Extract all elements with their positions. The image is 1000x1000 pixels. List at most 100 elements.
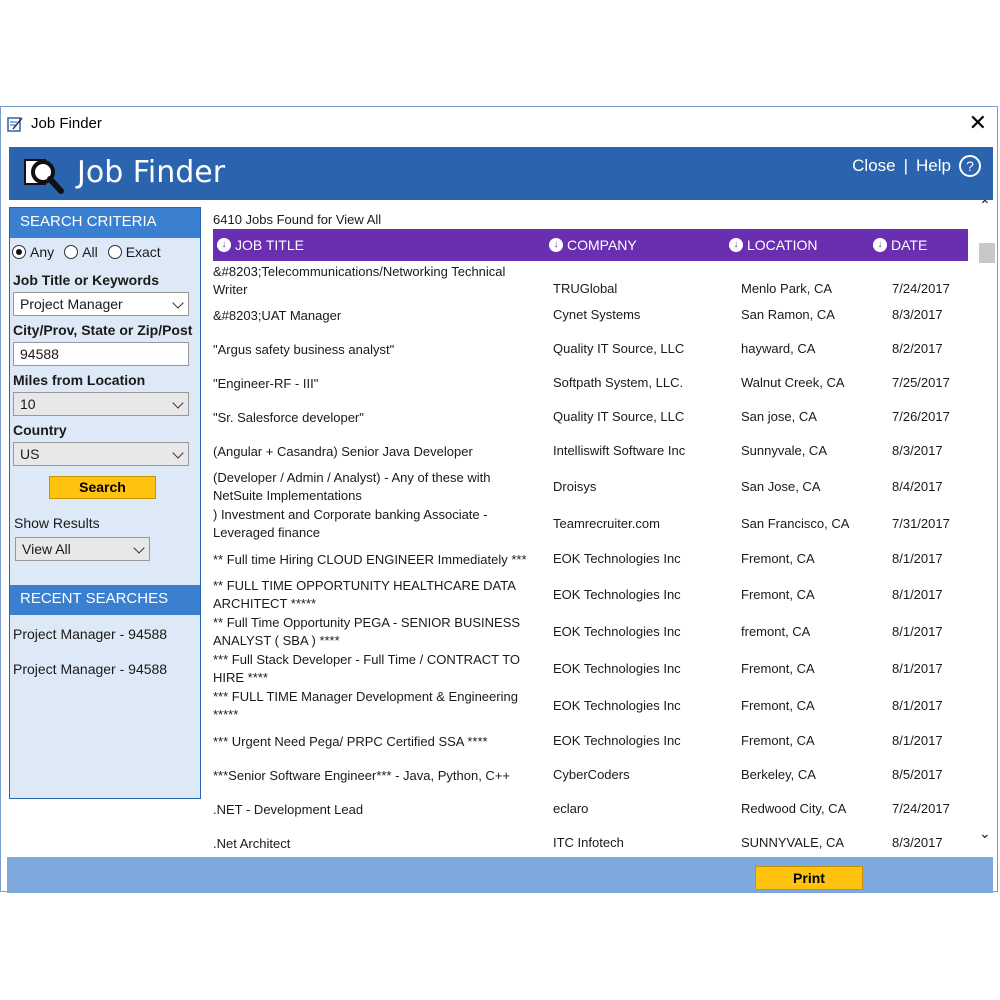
recent-search-item[interactable]: Project Manager - 94588: [13, 661, 167, 677]
job-title-cell: "Argus safety business analyst": [213, 342, 395, 357]
sort-down-icon[interactable]: ↓: [729, 238, 743, 252]
sort-down-icon[interactable]: ↓: [873, 238, 887, 252]
company-cell: Quality IT Source, LLC: [553, 409, 685, 424]
help-link[interactable]: Help: [916, 156, 951, 176]
job-title-cell: "Engineer-RF - III": [213, 376, 319, 391]
search-criteria-header: SEARCH CRITERIA: [10, 208, 200, 238]
location-cell: Fremont, CA: [741, 733, 815, 748]
company-cell: CyberCoders: [553, 767, 630, 782]
date-cell: 8/3/2017: [892, 307, 943, 322]
company-cell: Droisys: [553, 479, 597, 494]
column-job-title[interactable]: ↓ JOB TITLE: [217, 237, 304, 253]
country-value: US: [20, 446, 40, 462]
company-cell: eclaro: [553, 801, 589, 816]
job-title-cell: &#8203;UAT Manager: [213, 308, 342, 323]
location-cell: San Francisco, CA: [741, 516, 850, 531]
location-cell: Sunnyvale, CA: [741, 443, 827, 458]
date-cell: 7/24/2017: [892, 801, 950, 816]
radio-label: All: [82, 244, 98, 260]
sort-down-icon[interactable]: ↓: [217, 238, 231, 252]
location-cell: Fremont, CA: [741, 661, 815, 676]
help-icon[interactable]: ?: [959, 155, 981, 177]
company-cell: Teamrecruiter.com: [553, 516, 660, 531]
company-cell: EOK Technologies Inc: [553, 587, 681, 602]
job-title-cell: (Developer / Admin / Analyst) - Any of t…: [213, 470, 491, 503]
date-cell: 7/26/2017: [892, 409, 950, 424]
window-close-icon[interactable]: ✕: [969, 111, 987, 135]
radio-exact[interactable]: Exact: [107, 244, 161, 260]
location-cell: Fremont, CA: [741, 551, 815, 566]
date-cell: 8/1/2017: [892, 661, 943, 676]
job-title-cell: ** Full Time Opportunity PEGA - SENIOR B…: [213, 615, 521, 648]
location-input[interactable]: 94588: [13, 342, 189, 366]
chevron-down-icon: [172, 297, 184, 309]
company-cell: ITC Infotech: [553, 835, 624, 850]
date-cell: 8/1/2017: [892, 551, 943, 566]
date-cell: 7/31/2017: [892, 516, 950, 531]
radio-dot[interactable]: [64, 245, 79, 259]
date-cell: 8/1/2017: [892, 698, 943, 713]
radio-dot[interactable]: [107, 245, 122, 259]
show-results-select[interactable]: View All: [15, 537, 150, 561]
date-cell: 8/1/2017: [892, 733, 943, 748]
location-cell: fremont, CA: [741, 624, 811, 639]
radio-label: Exact: [125, 244, 161, 260]
company-cell: EOK Technologies Inc: [553, 551, 681, 566]
column-date[interactable]: ↓ DATE: [873, 237, 927, 253]
chevron-down-icon: [133, 542, 145, 554]
radio-all[interactable]: All: [64, 244, 98, 260]
location-cell: San Ramon, CA: [741, 307, 835, 322]
job-title-cell: (Angular + Casandra) Senior Java Develop…: [213, 444, 473, 459]
search-sidebar: SEARCH CRITERIA Any All Exact Job Title …: [9, 207, 201, 799]
date-cell: 8/1/2017: [892, 587, 943, 602]
company-cell: Quality IT Source, LLC: [553, 341, 685, 356]
recent-search-item[interactable]: Project Manager - 94588: [13, 626, 167, 642]
location-cell: SUNNYVALE, CA: [741, 835, 845, 850]
date-cell: 8/2/2017: [892, 341, 943, 356]
date-cell: 8/3/2017: [892, 835, 943, 850]
date-cell: 7/25/2017: [892, 375, 950, 390]
column-label: DATE: [891, 237, 928, 253]
vertical-scrollbar[interactable]: ⌃ ⌄: [977, 197, 997, 851]
scroll-down-icon[interactable]: ⌄: [979, 825, 991, 842]
show-results-value: View All: [22, 541, 71, 557]
location-cell: Walnut Creek, CA: [741, 375, 845, 390]
app-banner: Job Finder Close | Help ?: [9, 147, 993, 200]
sort-down-icon[interactable]: ↓: [549, 238, 563, 252]
magnifier-logo-icon: [24, 159, 64, 194]
radio-any[interactable]: Any: [12, 244, 54, 260]
close-link[interactable]: Close: [852, 156, 895, 176]
job-title-cell: ** Full time Hiring CLOUD ENGINEER Immed…: [213, 552, 527, 567]
job-title-cell: .Net Architect: [213, 836, 291, 851]
job-title-cell: .NET - Development Lead: [213, 802, 364, 817]
location-cell: Fremont, CA: [741, 698, 815, 713]
company-cell: Softpath System, LLC.: [553, 375, 684, 390]
date-cell: 8/4/2017: [892, 479, 943, 494]
miles-select[interactable]: 10: [13, 392, 189, 416]
window-title: Job Finder: [31, 115, 102, 132]
company-cell: EOK Technologies Inc: [553, 733, 681, 748]
job-title-cell: *** Urgent Need Pega/ PRPC Certified SSA…: [213, 734, 488, 749]
location-cell: Redwood City, CA: [741, 801, 847, 816]
country-select[interactable]: US: [13, 442, 189, 466]
scroll-up-icon[interactable]: ⌃: [979, 197, 991, 214]
table-header: ↓ JOB TITLE ↓ COMPANY ↓ LOCATION ↓ DATE: [213, 229, 968, 261]
column-company[interactable]: ↓ COMPANY: [549, 237, 637, 253]
banner-links: Close | Help ?: [848, 155, 985, 177]
scroll-thumb[interactable]: [979, 243, 995, 263]
column-location[interactable]: ↓ LOCATION: [729, 237, 818, 253]
results-count: 6410 Jobs Found for View All: [213, 212, 382, 227]
job-title-cell: *** FULL TIME Manager Development & Engi…: [213, 689, 518, 722]
column-label: COMPANY: [567, 237, 637, 253]
print-button[interactable]: Print: [755, 866, 863, 890]
search-button[interactable]: Search: [49, 476, 156, 499]
date-cell: 8/1/2017: [892, 624, 943, 639]
keyword-select[interactable]: Project Manager: [13, 292, 189, 316]
date-cell: 8/5/2017: [892, 767, 943, 782]
location-cell: hayward, CA: [741, 341, 816, 356]
job-title-cell: ) Investment and Corporate banking Assoc…: [213, 507, 488, 540]
company-cell: Intelliswift Software Inc: [553, 443, 686, 458]
company-cell: EOK Technologies Inc: [553, 698, 681, 713]
radio-dot[interactable]: [12, 245, 26, 259]
recent-searches-header: RECENT SEARCHES: [10, 585, 200, 615]
